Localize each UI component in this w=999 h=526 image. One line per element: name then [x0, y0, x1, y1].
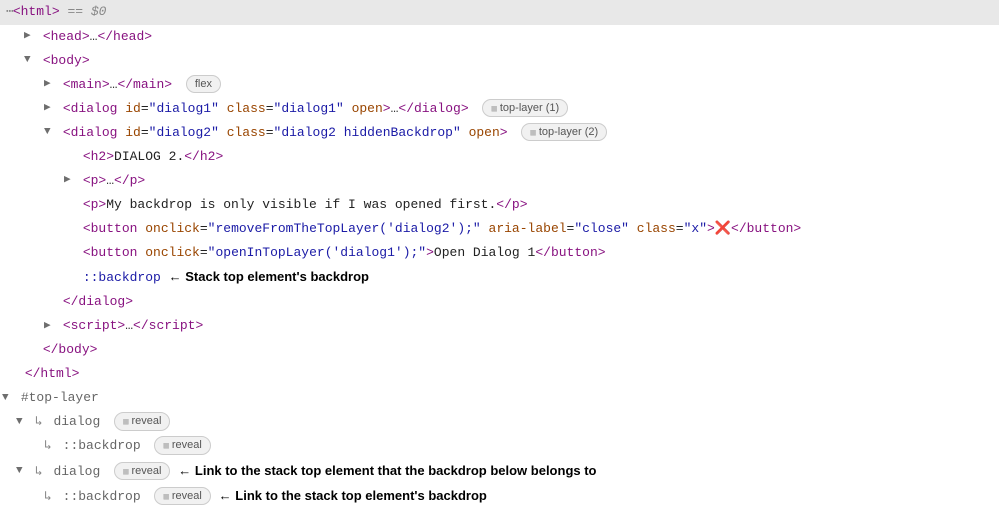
hook-icon: ↳: [44, 489, 52, 504]
disclosure-triangle-icon[interactable]: [16, 412, 27, 432]
badge-reveal[interactable]: ▦reveal: [114, 412, 170, 431]
element-row-button-close[interactable]: <button onclick="removeFromTheTopLayer('…: [0, 217, 999, 241]
disclosure-triangle-icon[interactable]: [64, 170, 75, 190]
top-layer-item-name: dialog: [53, 464, 100, 479]
annotation-stack-top: ← Stack top element's backdrop: [169, 269, 369, 284]
element-row-head[interactable]: <head>…</head>: [0, 25, 999, 49]
element-row-p1[interactable]: <p>…</p>: [0, 169, 999, 193]
btn2-text: Open Dialog 1: [434, 245, 535, 260]
top-layer-header-row[interactable]: #top-layer: [0, 386, 999, 410]
reveal-icon: ▦: [123, 467, 128, 477]
equals-text: ==: [60, 4, 91, 19]
tag-open: <head>: [43, 29, 90, 44]
hook-icon: ↳: [35, 464, 43, 479]
top-layer-item-name: ::backdrop: [63, 438, 141, 453]
top-layer-item-name: dialog: [53, 414, 100, 429]
pseudo-backdrop: ::backdrop: [83, 270, 161, 285]
badge-top-layer-2[interactable]: ▦top-layer (2): [521, 123, 607, 142]
top-layer-label: #top-layer: [21, 390, 99, 405]
devtools-elements-panel: ⋯<html> == $0 <head>…</head> <body> <mai…: [0, 0, 999, 517]
tag-close: </head>: [97, 29, 152, 44]
element-row-body-close[interactable]: </body>: [0, 338, 999, 362]
hook-icon: ↳: [35, 414, 43, 429]
dollar0: $0: [91, 4, 107, 19]
disclosure-triangle-icon[interactable]: [44, 98, 55, 118]
disclosure-triangle-icon[interactable]: [24, 26, 35, 46]
top-layer-dialog-1[interactable]: ↳ dialog ▦reveal: [0, 410, 999, 434]
element-row-dialog1[interactable]: <dialog id="dialog1" class="dialog1" ope…: [0, 97, 999, 121]
tag-open: <main>: [63, 77, 110, 92]
annotation-link-element: ← Link to the stack top element that the…: [178, 463, 596, 478]
badge-reveal[interactable]: ▦reveal: [114, 462, 170, 481]
guide-dots: ⋯: [6, 4, 13, 19]
badge-top-layer-1[interactable]: ▦top-layer (1): [482, 99, 568, 118]
reveal-icon: ▦: [163, 492, 168, 502]
close-x-icon: ❌: [715, 221, 731, 236]
reveal-icon: ▦: [491, 104, 496, 114]
disclosure-triangle-icon[interactable]: [24, 50, 35, 70]
element-row-button-open[interactable]: <button onclick="openInTopLayer('dialog1…: [0, 241, 999, 265]
top-layer-dialog-2[interactable]: ↳ dialog ▦reveal ← Link to the stack top…: [0, 459, 999, 484]
element-row-p2[interactable]: <p>My backdrop is only visible if I was …: [0, 193, 999, 217]
disclosure-triangle-icon[interactable]: [44, 122, 55, 142]
selected-element-line[interactable]: ⋯<html> == $0: [0, 0, 999, 25]
tag-html: <html>: [13, 4, 60, 19]
tag-close: </main>: [117, 77, 172, 92]
element-row-dialog2-open[interactable]: <dialog id="dialog2" class="dialog2 hidd…: [0, 121, 999, 145]
top-layer-backdrop-2[interactable]: ↳ ::backdrop ▦reveal ← Link to the stack…: [0, 484, 999, 509]
top-layer-item-name: ::backdrop: [63, 489, 141, 504]
disclosure-triangle-icon[interactable]: [2, 388, 13, 408]
element-row-script[interactable]: <script>…</script>: [0, 314, 999, 338]
annotation-link-backdrop: ← Link to the stack top element's backdr…: [219, 488, 487, 503]
reveal-icon: ▦: [530, 128, 535, 138]
hook-icon: ↳: [44, 438, 52, 453]
reveal-icon: ▦: [163, 441, 168, 451]
disclosure-triangle-icon[interactable]: [44, 316, 55, 336]
element-row-dialog2-close[interactable]: </dialog>: [0, 290, 999, 314]
element-row-body-open[interactable]: <body>: [0, 49, 999, 73]
badge-reveal[interactable]: ▦reveal: [154, 487, 210, 506]
pseudo-backdrop-row[interactable]: ::backdrop ← Stack top element's backdro…: [0, 265, 999, 290]
h2-text: DIALOG 2.: [114, 149, 184, 164]
badge-reveal[interactable]: ▦reveal: [154, 436, 210, 455]
top-layer-backdrop-1[interactable]: ↳ ::backdrop ▦reveal: [0, 434, 999, 458]
disclosure-triangle-icon[interactable]: [44, 74, 55, 94]
tag-body-open: <body>: [43, 53, 90, 68]
reveal-icon: ▦: [123, 417, 128, 427]
p2-text: My backdrop is only visible if I was ope…: [106, 197, 496, 212]
disclosure-triangle-icon[interactable]: [16, 461, 27, 481]
element-row-html-close[interactable]: </html>: [0, 362, 999, 386]
element-row-h2[interactable]: <h2>DIALOG 2.</h2>: [0, 145, 999, 169]
badge-flex[interactable]: flex: [186, 75, 221, 94]
element-row-main[interactable]: <main>…</main> flex: [0, 73, 999, 97]
